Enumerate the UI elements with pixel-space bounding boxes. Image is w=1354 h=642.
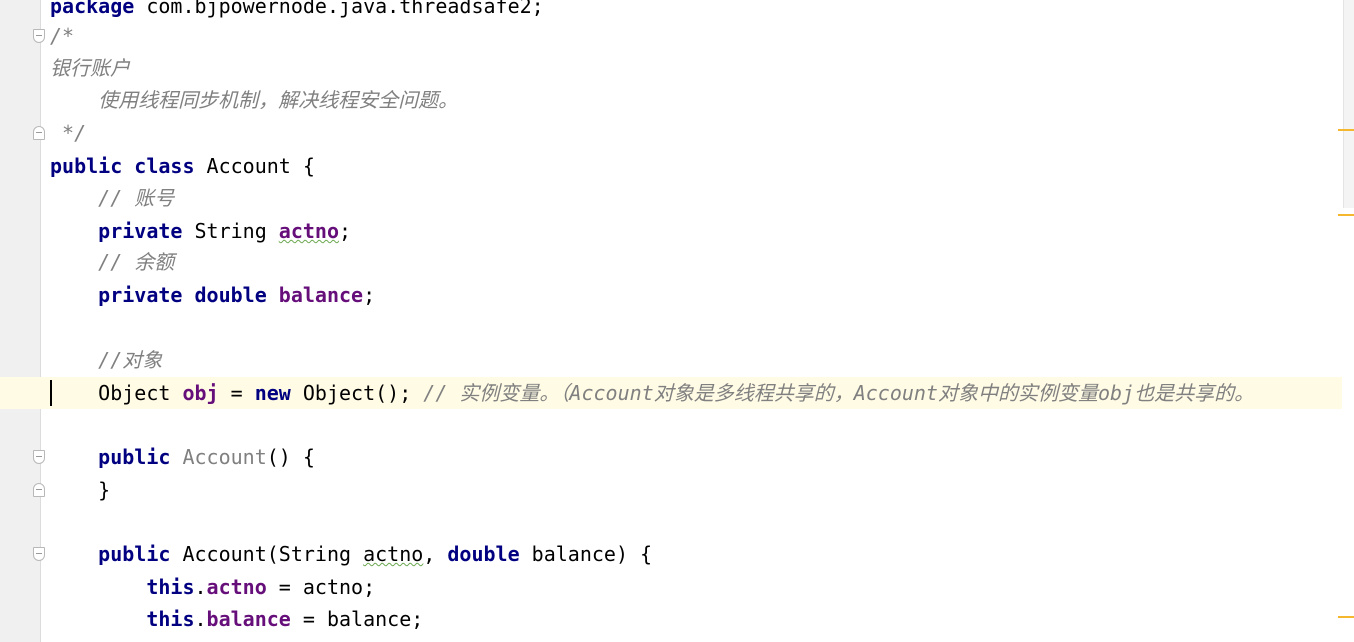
assign-expression: = actno; xyxy=(266,575,376,599)
scrollbar-thumb[interactable] xyxy=(1343,0,1354,208)
keyword-package: package xyxy=(50,0,135,18)
dot-operator: . xyxy=(194,607,207,631)
fold-toggle-constructor-icon[interactable] xyxy=(33,450,45,464)
param-actno: actno xyxy=(363,542,424,566)
code-line-class-declaration[interactable]: public class Account { xyxy=(50,150,315,182)
assign-expression: = balance; xyxy=(290,607,424,631)
keyword-private: private xyxy=(50,283,183,307)
field-balance: balance xyxy=(278,283,364,307)
type-object: Object xyxy=(50,381,183,405)
code-line-field-obj[interactable]: Object obj = new Object(); // 实例变量。（Acco… xyxy=(50,377,1254,409)
warning-marker[interactable] xyxy=(1338,616,1354,618)
code-line-comment-desc[interactable]: 使用线程同步机制，解决线程安全问题。 xyxy=(50,84,458,116)
fold-toggle-doc-comment-icon[interactable] xyxy=(33,29,45,43)
keyword-this: this xyxy=(50,575,195,599)
keyword-double: double xyxy=(194,283,267,307)
code-line-package[interactable]: package com.bjpowernode.java.threadsafe2… xyxy=(50,0,544,22)
semicolon: ; xyxy=(363,283,376,307)
fold-toggle-doc-comment-end-icon[interactable] xyxy=(33,126,45,140)
code-line-field-actno[interactable]: private String actno; xyxy=(50,215,351,247)
code-line-assign-balance[interactable]: this.balance = balance; xyxy=(50,603,423,635)
constructor-name: Account(String xyxy=(170,542,364,566)
editor-gutter xyxy=(0,0,41,642)
vertical-scrollbar[interactable] xyxy=(1342,0,1354,642)
param-separator: , xyxy=(423,542,448,566)
keyword-this: this xyxy=(50,607,195,631)
keyword-public: public xyxy=(50,445,171,469)
code-line-comment-open[interactable]: /* xyxy=(50,20,74,52)
keyword-public: public xyxy=(50,154,123,178)
field-actno: actno xyxy=(278,219,339,243)
inline-comment-obj: // 实例变量。（Account对象是多线程共享的，Account对象中的实例变… xyxy=(423,381,1255,405)
constructor-name-unused: Account xyxy=(182,445,267,469)
constructor-params: () { xyxy=(266,445,315,469)
keyword-public: public xyxy=(50,542,171,566)
code-line-constructor-default-close[interactable]: } xyxy=(50,474,110,506)
code-line-comment-title[interactable]: 银行账户 xyxy=(50,52,130,84)
field-balance-ref: balance xyxy=(206,607,291,631)
code-line-comment-balance[interactable]: // 余额 xyxy=(50,246,174,278)
code-line-comment-close[interactable]: */ xyxy=(50,117,86,149)
code-line-comment-actno[interactable]: // 账号 xyxy=(50,182,174,214)
assign-operator: = xyxy=(218,381,255,405)
keyword-new: new xyxy=(254,381,291,405)
warning-marker[interactable] xyxy=(1338,214,1354,216)
param-balance: balance) { xyxy=(519,542,653,566)
class-name: Account { xyxy=(194,154,315,178)
field-actno-ref: actno xyxy=(206,575,267,599)
keyword-double: double xyxy=(447,542,520,566)
object-constructor-call: Object(); xyxy=(290,381,424,405)
warning-marker[interactable] xyxy=(1338,129,1354,131)
code-editor[interactable]: package com.bjpowernode.java.threadsafe2… xyxy=(0,0,1354,642)
fold-toggle-constructor-end-icon[interactable] xyxy=(33,483,45,497)
field-obj: obj xyxy=(182,381,219,405)
code-line-comment-object[interactable]: //对象 xyxy=(50,344,162,376)
code-line-constructor-full[interactable]: public Account(String actno, double bala… xyxy=(50,538,652,570)
type-string: String xyxy=(182,219,279,243)
keyword-class: class xyxy=(134,154,195,178)
code-line-field-balance[interactable]: private double balance; xyxy=(50,279,375,311)
fold-toggle-constructor2-icon[interactable] xyxy=(33,547,45,561)
code-line-assign-actno[interactable]: this.actno = actno; xyxy=(50,571,375,603)
dot-operator: . xyxy=(194,575,207,599)
code-line-constructor-default[interactable]: public Account() { xyxy=(50,441,315,473)
keyword-private: private xyxy=(50,219,183,243)
package-name: com.bjpowernode.java.threadsafe2; xyxy=(134,0,544,18)
semicolon: ; xyxy=(339,219,352,243)
